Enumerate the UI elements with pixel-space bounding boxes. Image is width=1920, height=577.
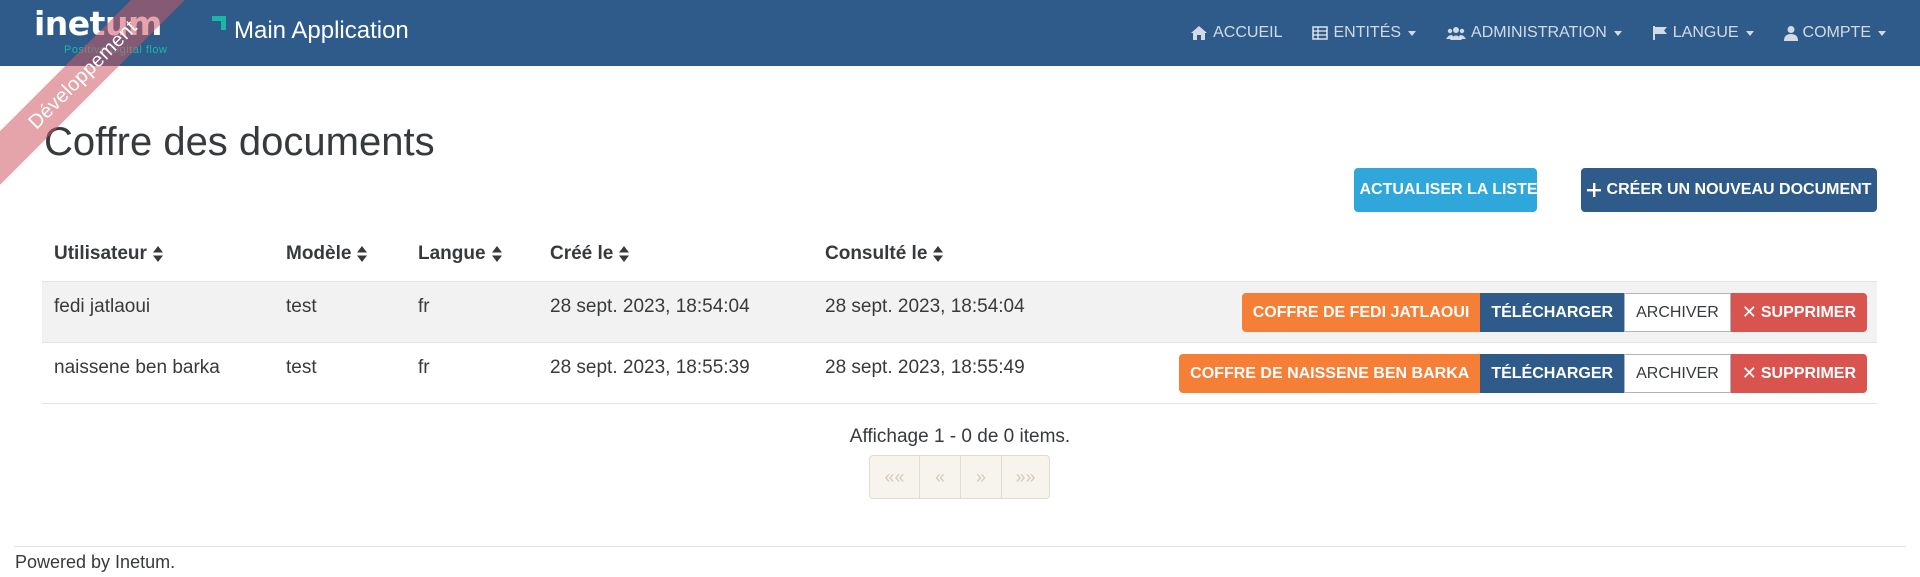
nav-entites[interactable]: ENTITÉS — [1312, 24, 1417, 42]
download-button[interactable]: TÉLÉCHARGER — [1480, 293, 1625, 332]
refresh-list-label: ACTUALISER LA LISTE — [1359, 181, 1538, 198]
cell-lang: fr — [418, 357, 430, 378]
header-consulte-le-label: Consulté le — [825, 243, 928, 264]
table-icon — [1312, 26, 1329, 40]
cell-viewed: 28 sept. 2023, 18:54:04 — [825, 296, 1025, 317]
nav-entites-label: ENTITÉS — [1333, 24, 1402, 41]
vault-button[interactable]: COFFRE DE NAISSENE BEN BARKA — [1179, 354, 1481, 393]
previous-page-button[interactable]: « — [919, 456, 960, 498]
app-title[interactable]: Main Application — [234, 17, 409, 45]
cell-model: test — [286, 357, 317, 378]
header-cree-le[interactable]: Créé le — [550, 226, 630, 282]
table-row: fedi jatlaoui test fr 28 sept. 2023, 18:… — [42, 282, 1877, 343]
header-utilisateur[interactable]: Utilisateur — [54, 226, 164, 282]
last-page-button[interactable]: »» — [1001, 456, 1049, 498]
download-button[interactable]: TÉLÉCHARGER — [1480, 354, 1625, 393]
footer-text: Powered by Inetum. — [15, 552, 176, 572]
chevron-down-icon — [1408, 30, 1417, 36]
cell-user: naissene ben barka — [54, 357, 220, 378]
header-modele[interactable]: Modèle — [286, 226, 368, 282]
row-actions: COFFRE DE FEDI JATLAOUI TÉLÉCHARGER ARCH… — [1241, 293, 1867, 332]
delete-button[interactable]: ✕ SUPPRIMER — [1730, 354, 1867, 393]
header-langue-label: Langue — [418, 243, 486, 264]
logo-subtitle: Positive digital flow — [64, 44, 168, 56]
nav-langue-label: LANGUE — [1672, 24, 1739, 41]
delete-button[interactable]: ✕ SUPPRIMER — [1730, 293, 1867, 332]
cell-viewed: 28 sept. 2023, 18:55:49 — [825, 357, 1025, 378]
sort-icon — [933, 246, 944, 262]
nav-menu: ACCUEIL ENTITÉS ADMINISTRATION LANGUE CO… — [1160, 0, 1886, 66]
logo-text: inetum — [34, 4, 162, 43]
navbar: inetum Positive digital flow Main Applic… — [0, 0, 1920, 66]
table-header: Utilisateur Modèle Langue Créé le Consul… — [42, 226, 1877, 282]
row-actions: COFFRE DE NAISSENE BEN BARKA TÉLÉCHARGER… — [1179, 354, 1867, 393]
close-icon: ✕ — [1741, 363, 1757, 383]
nav-administration-label: ADMINISTRATION — [1471, 24, 1607, 41]
sort-icon — [357, 246, 368, 262]
delete-label: SUPPRIMER — [1760, 364, 1856, 382]
user-icon — [1783, 26, 1798, 41]
delete-label: SUPPRIMER — [1760, 303, 1856, 321]
nav-compte-label: COMPTE — [1802, 24, 1871, 41]
header-langue[interactable]: Langue — [418, 226, 503, 282]
page-title: Coffre des documents — [44, 120, 435, 164]
nav-accueil[interactable]: ACCUEIL — [1190, 24, 1282, 42]
create-document-label: CRÉER UN NOUVEAU DOCUMENT — [1606, 181, 1872, 198]
sort-icon — [619, 246, 630, 262]
nav-langue[interactable]: LANGUE — [1652, 24, 1754, 42]
nav-accueil-label: ACCUEIL — [1213, 24, 1283, 41]
header-cree-le-label: Créé le — [550, 243, 614, 264]
plus-icon — [1586, 183, 1601, 197]
first-page-button[interactable]: «« — [870, 456, 919, 498]
cell-created: 28 sept. 2023, 18:55:39 — [550, 357, 750, 378]
cell-created: 28 sept. 2023, 18:54:04 — [550, 296, 750, 317]
archive-button[interactable]: ARCHIVER — [1624, 354, 1731, 393]
pagination: «« « » »» — [869, 455, 1050, 499]
logo-mark-icon — [212, 16, 226, 30]
archive-button[interactable]: ARCHIVER — [1624, 293, 1731, 332]
nav-compte[interactable]: COMPTE — [1783, 24, 1886, 42]
header-consulte-le[interactable]: Consulté le — [825, 226, 944, 282]
next-page-button[interactable]: » — [960, 456, 1001, 498]
cell-lang: fr — [418, 296, 430, 317]
users-icon — [1446, 27, 1467, 40]
cell-user: fedi jatlaoui — [54, 296, 151, 317]
create-document-button[interactable]: CRÉER UN NOUVEAU DOCUMENT — [1581, 168, 1877, 212]
footer-divider — [14, 546, 1906, 547]
chevron-down-icon — [1878, 30, 1886, 36]
sort-icon — [491, 246, 502, 262]
pagination-info: Affichage 1 - 0 de 0 items. — [849, 426, 1071, 447]
header-utilisateur-label: Utilisateur — [54, 243, 147, 264]
vault-button[interactable]: COFFRE DE FEDI JATLAOUI — [1241, 293, 1481, 332]
nav-administration[interactable]: ADMINISTRATION — [1446, 24, 1622, 42]
cell-model: test — [286, 296, 317, 317]
refresh-list-button[interactable]: ACTUALISER LA LISTE — [1354, 168, 1538, 212]
header-modele-label: Modèle — [286, 243, 352, 264]
documents-table: Utilisateur Modèle Langue Créé le Consul… — [42, 226, 1877, 404]
chevron-down-icon — [1613, 30, 1622, 36]
close-icon: ✕ — [1741, 302, 1757, 322]
sort-icon — [152, 246, 163, 262]
flag-icon — [1652, 26, 1667, 40]
home-icon — [1191, 26, 1208, 40]
table-row: naissene ben barka test fr 28 sept. 2023… — [42, 343, 1877, 404]
chevron-down-icon — [1745, 30, 1754, 36]
